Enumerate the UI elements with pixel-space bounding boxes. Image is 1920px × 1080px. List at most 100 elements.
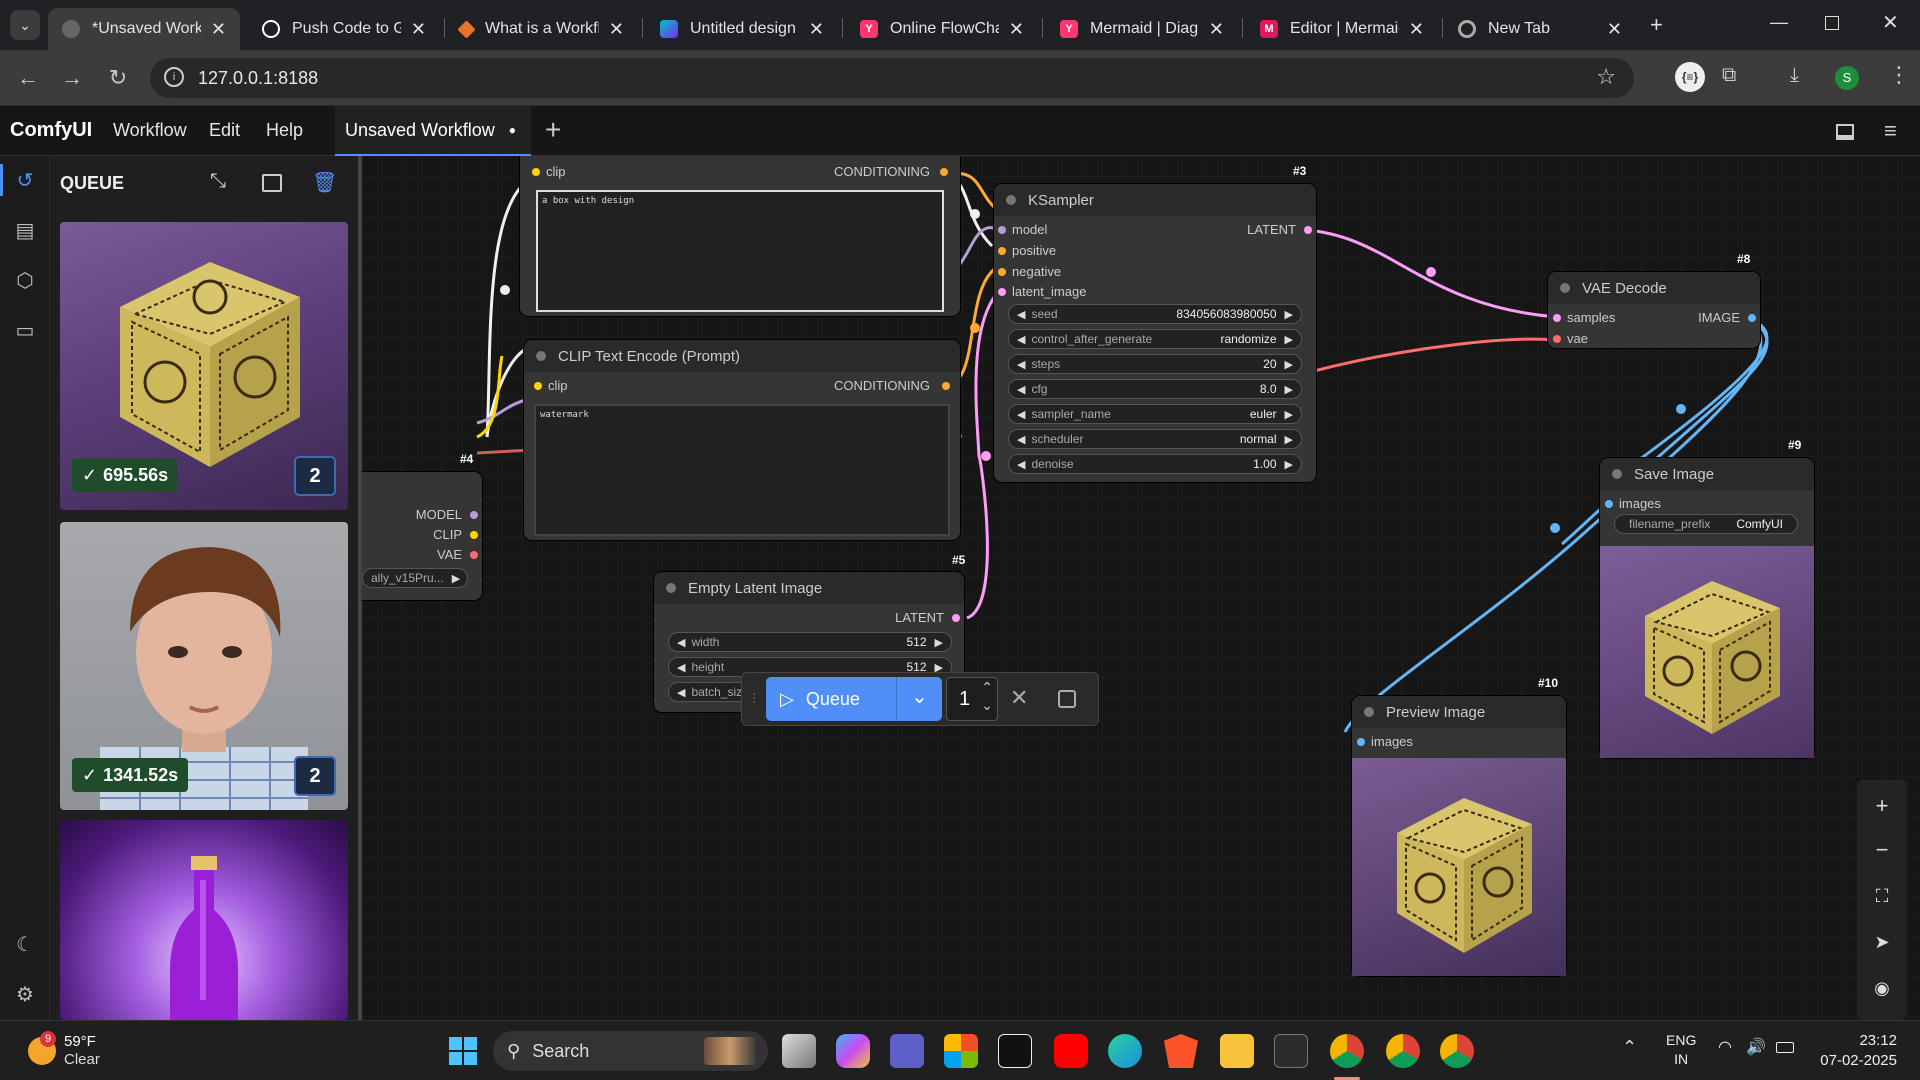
- chrome-profile-i-icon[interactable]: [1386, 1034, 1420, 1068]
- node-vae-decode[interactable]: VAE Decode samples vae IMAGE: [1548, 272, 1760, 348]
- widget-seed[interactable]: ◀ seed 834056083980050 ▶: [1008, 304, 1302, 324]
- close-tab-icon[interactable]: ✕: [609, 19, 624, 40]
- widget-steps[interactable]: ◀ steps 20 ▶: [1008, 354, 1302, 374]
- widget-scheduler[interactable]: ◀ scheduler normal ▶: [1008, 429, 1302, 449]
- browser-tab-mermaid-editor[interactable]: M Editor | Mermaid ✕: [1246, 8, 1438, 50]
- copilot-icon[interactable]: [836, 1034, 870, 1068]
- prompt-textarea[interactable]: watermark: [534, 404, 950, 536]
- prev-arrow-icon[interactable]: ◀: [677, 686, 685, 699]
- input-slot-vae[interactable]: [1553, 335, 1561, 343]
- prev-arrow-icon[interactable]: ◀: [677, 636, 685, 649]
- close-tab-icon[interactable]: ✕: [211, 19, 226, 40]
- input-slot-samples[interactable]: [1553, 314, 1561, 322]
- bookmark-star-icon[interactable]: ☆: [1596, 64, 1616, 90]
- ms-store-icon[interactable]: [944, 1034, 978, 1068]
- close-tab-icon[interactable]: ✕: [1209, 19, 1224, 40]
- theme-toggle-icon[interactable]: ☾: [12, 932, 38, 958]
- battery-icon[interactable]: [1776, 1042, 1794, 1053]
- queue-item[interactable]: ✓ 1341.52s 2: [60, 522, 348, 810]
- queue-mode-dropdown[interactable]: ⌄: [896, 677, 942, 721]
- close-tab-icon[interactable]: ✕: [411, 19, 426, 40]
- browser-tab-canva[interactable]: Untitled design - ✕: [646, 8, 838, 50]
- volume-icon[interactable]: 🔊: [1746, 1037, 1766, 1057]
- output-slot-latent[interactable]: [1304, 226, 1312, 234]
- output-slot-clip[interactable]: [470, 531, 478, 539]
- input-slot-images[interactable]: [1357, 738, 1365, 746]
- next-arrow-icon[interactable]: ▶: [1285, 383, 1293, 396]
- forward-icon[interactable]: →: [58, 64, 86, 92]
- ckpt-name-widget[interactable]: ally_v15Pru... ▶: [362, 568, 468, 588]
- fit-view-icon[interactable]: ⛶: [1870, 884, 1894, 908]
- puzzle-icon[interactable]: ⧉: [1722, 64, 1736, 87]
- next-arrow-icon[interactable]: ▶: [1285, 458, 1293, 471]
- settings-gear-icon[interactable]: ⚙: [12, 982, 38, 1008]
- queue-history-icon[interactable]: ↺: [12, 168, 38, 194]
- browser-tab-push-code[interactable]: Push Code to Git ✕: [248, 8, 440, 50]
- reload-icon[interactable]: ↻: [104, 64, 132, 92]
- next-arrow-icon[interactable]: ▶: [1285, 408, 1293, 421]
- output-slot-conditioning[interactable]: [942, 382, 950, 390]
- browser-tab-workflow[interactable]: What is a Workflo ✕: [446, 8, 638, 50]
- clock[interactable]: 23:12 07-02-2025: [1815, 1031, 1897, 1071]
- browser-tab-comfyui[interactable]: *Unsaved Workfl ✕: [48, 8, 240, 50]
- widget-sampler-name[interactable]: ◀ sampler_name euler ▶: [1008, 404, 1302, 424]
- clear-pending-icon[interactable]: [1058, 690, 1076, 708]
- extension-icon[interactable]: {≡}: [1675, 62, 1705, 92]
- prompt-textarea[interactable]: a box with design: [536, 190, 944, 312]
- next-arrow-icon[interactable]: ▶: [1285, 308, 1293, 321]
- drag-handle[interactable]: ⋮: [748, 691, 760, 705]
- prev-arrow-icon[interactable]: ◀: [1017, 308, 1025, 321]
- minimize-window-button[interactable]: —: [1770, 12, 1788, 33]
- input-slot-clip[interactable]: [534, 382, 542, 390]
- chrome-profile-s-icon[interactable]: [1330, 1034, 1364, 1068]
- teams-icon[interactable]: [890, 1034, 924, 1068]
- node-save-image[interactable]: Save Image images filename_prefix ComfyUI: [1600, 458, 1814, 758]
- node-library-icon[interactable]: ▤: [12, 218, 38, 244]
- output-slot-model[interactable]: [470, 511, 478, 519]
- menu-help[interactable]: Help: [266, 120, 303, 141]
- back-icon[interactable]: ←: [14, 64, 42, 92]
- taskbar-search[interactable]: ⚲ Search: [493, 1031, 768, 1071]
- restore-window-button[interactable]: [1825, 16, 1839, 30]
- collapse-icon[interactable]: ⤡: [210, 170, 226, 193]
- new-tab-button[interactable]: +: [1650, 12, 1663, 38]
- node-clip-text-encode-negative[interactable]: CLIP Text Encode (Prompt) clip CONDITION…: [524, 340, 960, 540]
- close-tab-icon[interactable]: ✕: [1409, 19, 1424, 40]
- close-tab-icon[interactable]: ✕: [809, 19, 824, 40]
- file-explorer-icon[interactable]: [1220, 1034, 1254, 1068]
- next-arrow-icon[interactable]: ▶: [1285, 333, 1293, 346]
- node-preview-image[interactable]: Preview Image images: [1352, 696, 1566, 976]
- prev-arrow-icon[interactable]: ◀: [1017, 458, 1025, 471]
- output-slot-image[interactable]: [1748, 314, 1756, 322]
- prev-arrow-icon[interactable]: ◀: [677, 661, 685, 674]
- close-tab-icon[interactable]: ✕: [1009, 19, 1024, 40]
- hamburger-menu-icon[interactable]: ≡: [1884, 118, 1897, 144]
- download-icon[interactable]: ⤓: [1790, 64, 1799, 87]
- prev-arrow-icon[interactable]: ◀: [1017, 383, 1025, 396]
- wifi-icon[interactable]: ◠: [1718, 1037, 1732, 1057]
- zoom-in-icon[interactable]: +: [1870, 794, 1894, 818]
- workflow-tab-active[interactable]: Unsaved Workflow ●: [335, 106, 531, 156]
- input-slot-model[interactable]: [998, 226, 1006, 234]
- queue-item[interactable]: ✓ 695.56s 2: [60, 222, 348, 510]
- show-hidden-icons-chevron-icon[interactable]: ⌃: [1622, 1037, 1637, 1058]
- node-graph-canvas[interactable]: clip CONDITIONING a box with design CLIP…: [362, 156, 1920, 1020]
- browser-tab-flowchart[interactable]: Y Online FlowChar ✕: [846, 8, 1038, 50]
- input-slot-negative[interactable]: [998, 268, 1006, 276]
- profile-avatar[interactable]: S: [1835, 66, 1859, 90]
- prev-arrow-icon[interactable]: ◀: [1017, 433, 1025, 446]
- weather-widget[interactable]: 9 59°F Clear: [22, 1031, 162, 1071]
- task-view-icon[interactable]: [782, 1034, 816, 1068]
- next-arrow-icon[interactable]: ▶: [1285, 433, 1293, 446]
- toggle-panel-icon[interactable]: [1836, 124, 1854, 140]
- widget-cfg[interactable]: ◀ cfg 8.0 ▶: [1008, 379, 1302, 399]
- input-slot-images[interactable]: [1605, 500, 1613, 508]
- node-ksampler[interactable]: KSampler model positive negative latent_…: [994, 184, 1316, 482]
- prev-arrow-icon[interactable]: ◀: [1017, 358, 1025, 371]
- queue-item[interactable]: [60, 820, 348, 1020]
- tab-search-button[interactable]: ⌄: [10, 10, 40, 40]
- clear-queue-trash-icon[interactable]: 🗑: [312, 170, 337, 195]
- output-slot-latent[interactable]: [952, 614, 960, 622]
- cancel-current-icon[interactable]: ✕: [1010, 685, 1028, 711]
- output-slot-conditioning[interactable]: [940, 168, 948, 176]
